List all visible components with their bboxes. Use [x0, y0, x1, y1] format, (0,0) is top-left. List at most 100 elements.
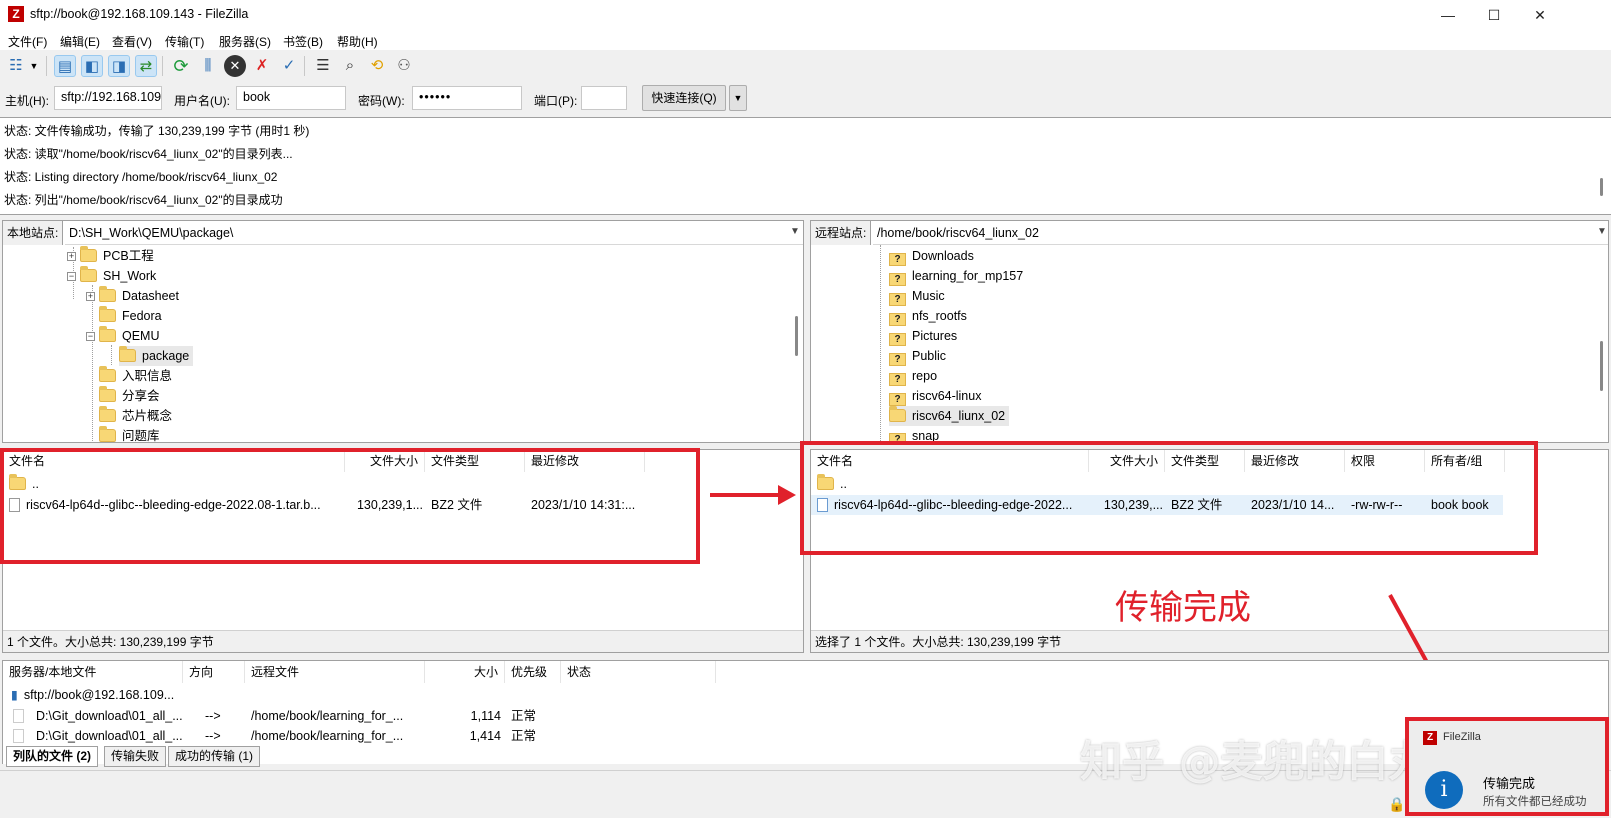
filter-icon[interactable]: ☰ [312, 55, 334, 77]
tree-item-label: 问题库 [122, 429, 160, 443]
host-input[interactable]: sftp://192.168.109 [54, 86, 162, 110]
collapse-icon[interactable]: − [86, 332, 95, 341]
menu-file[interactable]: 文件(F) [8, 33, 47, 50]
menu-bookmarks[interactable]: 书签(B) [283, 33, 323, 50]
toggle-queue-icon[interactable]: ⇄ [135, 55, 157, 77]
tree-item[interactable]: ? learning_for_mp157 [889, 266, 1023, 286]
local-path-input[interactable]: D:\SH_Work\QEMU\package\ [65, 221, 803, 245]
remote-path-input[interactable]: /home/book/riscv64_liunx_02 [873, 221, 1608, 245]
folder-icon [99, 306, 116, 322]
tab-failed-transfers[interactable]: 传输失败 [104, 746, 167, 767]
tree-item-label: repo [912, 369, 938, 383]
process-queue-icon[interactable]: ⫼ [197, 55, 219, 77]
collapse-icon[interactable]: − [67, 272, 76, 281]
tree-item[interactable]: ? Public [889, 346, 946, 366]
tree-item[interactable]: + PCB工程 [67, 246, 154, 266]
menu-help[interactable]: 帮助(H) [337, 33, 378, 50]
chevron-down-icon[interactable]: ▼ [790, 226, 800, 237]
site-manager-icon[interactable]: ☷ [5, 55, 27, 77]
remote-tree-scrollbar[interactable] [1600, 341, 1603, 391]
log-line: 状态: Listing directory /home/book/riscv64… [4, 170, 278, 184]
tree-item[interactable]: − SH_Work [67, 266, 156, 286]
tree-item[interactable]: ? riscv64-linux [889, 386, 981, 406]
tree-item-selected[interactable]: package [119, 346, 194, 366]
site-manager-dropdown-icon[interactable]: ▼ [28, 55, 40, 77]
queue-local-text: D:\Git_download\01_all_... [36, 709, 183, 723]
tab-queued-files[interactable]: 列队的文件 (2) [6, 746, 99, 767]
menu-view[interactable]: 查看(V) [112, 33, 152, 50]
menu-bar: 文件(F) 编辑(E) 查看(V) 传输(T) 服务器(S) 书签(B) 帮助(… [0, 30, 1611, 50]
toggle-log-icon[interactable]: ▤ [54, 55, 76, 77]
minimize-button[interactable]: — [1425, 0, 1471, 30]
tree-item[interactable]: 芯片概念 [99, 406, 172, 426]
queue-local-text: D:\Git_download\01_all_... [36, 729, 183, 743]
tree-item[interactable]: ? nfs_rootfs [889, 306, 967, 326]
remote-tree-pane: 远程站点: /home/book/riscv64_liunx_02 ▼ ? Dow… [810, 220, 1609, 443]
menu-transfer[interactable]: 传输(T) [165, 33, 204, 50]
column-direction[interactable]: 方向 [183, 661, 245, 683]
user-input[interactable]: book [236, 86, 346, 110]
tree-item[interactable]: ? Pictures [889, 326, 957, 346]
queue-direction: --> [205, 729, 221, 743]
queue-server-text: sftp://book@192.168.109... [23, 688, 175, 702]
column-remote-file[interactable]: 远程文件 [245, 661, 425, 683]
toast-notification[interactable]: Z FileZilla i 传输完成 所有文件都已经成功 [1405, 717, 1609, 816]
tree-item-selected[interactable]: riscv64_liunx_02 [889, 406, 1010, 426]
binoculars-icon[interactable]: ⚇ [393, 55, 415, 77]
disconnect-icon[interactable]: ✗ [251, 55, 273, 77]
unknown-folder-icon: ? [889, 253, 906, 266]
expand-icon[interactable]: + [67, 252, 76, 261]
server-icon: ▮ [11, 688, 18, 702]
column-local-file[interactable]: 服务器/本地文件 [3, 661, 183, 683]
filezilla-logo-icon: Z [8, 6, 24, 22]
lock-icon: 🔒 [1388, 796, 1406, 812]
tree-item-label: nfs_rootfs [912, 309, 967, 323]
unknown-folder-icon: ? [889, 353, 906, 366]
close-button[interactable]: ✕ [1517, 0, 1563, 30]
log-scrollbar[interactable] [1600, 178, 1603, 196]
compare-icon[interactable]: ⟲ [366, 55, 388, 77]
tree-item[interactable]: 入职信息 [99, 366, 172, 386]
tree-item[interactable]: + Datasheet [86, 286, 179, 306]
unknown-folder-icon: ? [889, 273, 906, 286]
log-line: 状态: 读取"/home/book/riscv64_liunx_02"的目录列表… [4, 147, 293, 161]
tree-item[interactable]: − QEMU [86, 326, 160, 346]
chevron-down-icon[interactable]: ▼ [1597, 226, 1607, 237]
tree-item[interactable]: 分享会 [99, 386, 160, 406]
tree-item[interactable]: 问题库 [99, 426, 160, 443]
tree-item[interactable]: Fedora [99, 306, 162, 326]
tree-item-label: riscv64_liunx_02 [912, 409, 1006, 423]
quickconnect-dropdown-icon[interactable]: ▼ [729, 85, 747, 111]
password-input[interactable]: •••••• [412, 86, 522, 110]
column-size[interactable]: 大小 [425, 661, 505, 683]
folder-icon [99, 326, 116, 342]
toggle-remote-tree-icon[interactable]: ◨ [108, 55, 130, 77]
cancel-icon[interactable]: ✕ [224, 55, 246, 77]
queue-row[interactable]: D:\Git_download\01_all_... [13, 726, 183, 746]
local-tree-scrollbar[interactable] [795, 316, 798, 356]
tab-successful-transfers[interactable]: 成功的传输 (1) [168, 746, 261, 767]
expand-icon[interactable]: + [86, 292, 95, 301]
unknown-folder-icon: ? [889, 333, 906, 346]
menu-edit[interactable]: 编辑(E) [60, 33, 100, 50]
tree-item[interactable]: ? Downloads [889, 246, 974, 266]
queue-direction: --> [205, 709, 221, 723]
port-input[interactable] [581, 86, 627, 110]
queue-row[interactable]: D:\Git_download\01_all_... [13, 706, 183, 726]
reconnect-icon[interactable]: ✓ [278, 55, 300, 77]
search-icon[interactable]: ⌕ [339, 55, 361, 77]
file-icon [13, 709, 24, 723]
quickconnect-button[interactable]: 快速连接(Q) [642, 85, 726, 111]
tree-item[interactable]: ? Music [889, 286, 945, 306]
folder-icon [99, 386, 116, 402]
queue-priority: 正常 [511, 729, 537, 743]
menu-server[interactable]: 服务器(S) [219, 33, 271, 50]
column-status[interactable]: 状态 [561, 661, 716, 683]
toggle-local-tree-icon[interactable]: ◧ [81, 55, 103, 77]
tree-item-label: learning_for_mp157 [912, 269, 1024, 283]
maximize-button[interactable]: ☐ [1471, 0, 1517, 30]
queue-server[interactable]: ▮ sftp://book@192.168.109... [11, 685, 174, 705]
tree-item[interactable]: ? repo [889, 366, 937, 386]
refresh-icon[interactable]: ⟳ [170, 55, 192, 77]
column-priority[interactable]: 优先级 [505, 661, 561, 683]
